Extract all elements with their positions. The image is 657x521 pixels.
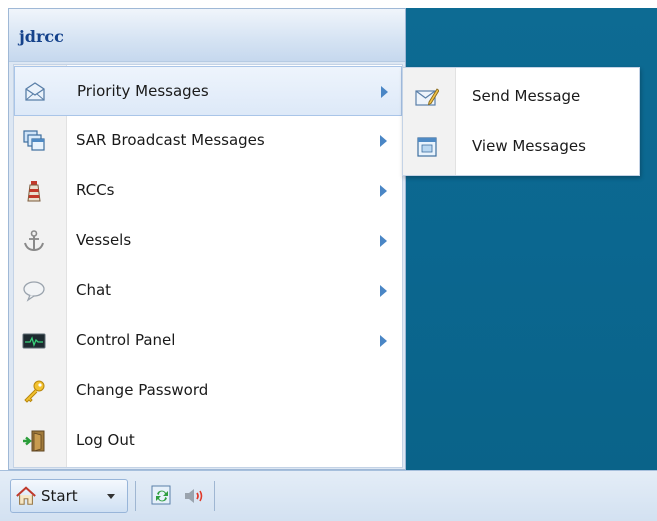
menu-item-label: Vessels [76,231,132,249]
submenu-arrow-icon [380,185,387,197]
refresh-icon[interactable] [150,484,174,508]
start-label: Start [41,487,78,505]
menu-item-label: Chat [76,281,112,299]
menu-item-label: Priority Messages [77,82,209,100]
submenu-arrow-icon [381,86,388,98]
submenu-arrow-icon [380,135,387,147]
menu-item-control-panel[interactable]: Control Panel [14,316,402,366]
submenu-item-view-messages[interactable]: View Messages [403,122,639,172]
menu-item-label: Control Panel [76,331,176,349]
view-window-icon [415,135,439,159]
home-icon [15,485,37,507]
envelope-icon [23,80,47,104]
taskbar: Start [0,470,657,521]
anchor-icon [22,229,46,253]
menu-item-log-out[interactable]: Log Out [14,416,402,466]
menu-item-rccs[interactable]: RCCs [14,166,402,216]
menu-item-label: SAR Broadcast Messages [76,131,265,149]
menu-item-vessels[interactable]: Vessels [14,216,402,266]
compose-envelope-icon [415,85,440,109]
submenu-item-label: Send Message [472,87,581,105]
key-icon [22,379,46,403]
menu-item-sar-broadcast-messages[interactable]: SAR Broadcast Messages [14,116,402,166]
menu-item-label: Log Out [76,431,135,449]
menu-item-change-password[interactable]: Change Password [14,366,402,416]
menu-item-label: RCCs [76,181,115,199]
submenu-arrow-icon [380,285,387,297]
menu-header: jdrcc [9,9,405,62]
start-menu: jdrcc Priority Messages SAR Broadcast Me… [8,8,406,470]
submenu-arrow-icon [380,335,387,347]
windows-stack-icon [22,129,46,153]
speech-bubble-icon [22,279,46,303]
menu-body: Priority Messages SAR Broadcast Messages [13,64,403,468]
start-button[interactable]: Start [10,479,128,513]
menu-item-chat[interactable]: Chat [14,266,402,316]
lighthouse-icon [22,179,46,203]
taskbar-separator [135,481,136,511]
submenu-arrow-icon [380,235,387,247]
menu-item-priority-messages[interactable]: Priority Messages [14,66,402,116]
door-exit-icon [22,429,46,453]
priority-messages-submenu: Send Message View Messages [402,67,640,176]
speaker-icon[interactable] [182,484,206,508]
menu-item-label: Change Password [76,381,209,399]
submenu-item-label: View Messages [472,137,586,155]
monitor-icon [22,329,46,353]
taskbar-separator [214,481,215,511]
chevron-down-icon [107,494,115,499]
username: jdrcc [19,27,64,46]
submenu-item-send-message[interactable]: Send Message [403,72,639,122]
